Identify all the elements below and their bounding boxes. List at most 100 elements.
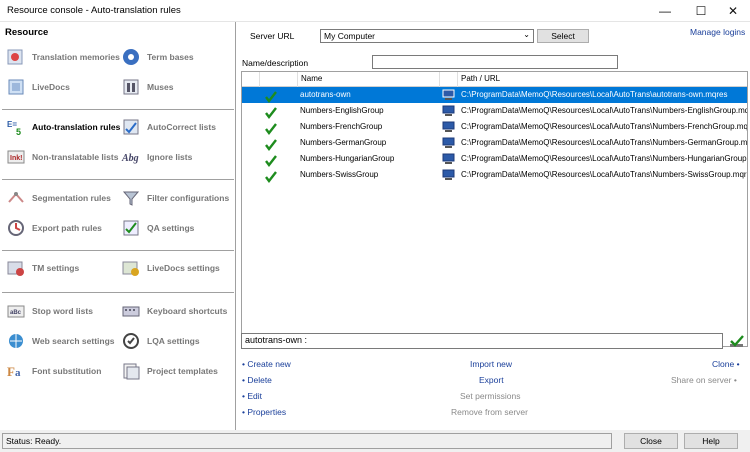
resource-item-label: Non-translatable lists: [32, 152, 119, 162]
resource-item-websearch[interactable]: Web search settings: [5, 328, 115, 354]
resource-item-label: Translation memories: [32, 52, 120, 62]
row-name: Numbers-EnglishGroup: [300, 106, 384, 115]
column-path[interactable]: Path / URL: [458, 72, 747, 87]
delete-link[interactable]: • Delete: [242, 375, 272, 385]
table-row[interactable]: autotrans-own C:\ProgramData\MemoQ\Resour…: [242, 87, 747, 103]
resource-item-ignore[interactable]: Abg Ignore lists: [120, 144, 192, 170]
row-path: C:\ProgramData\MemoQ\Resources\Local\Aut…: [461, 106, 747, 115]
resource-item-label: QA settings: [147, 223, 195, 233]
table-row[interactable]: Numbers-FrenchGroup C:\ProgramData\MemoQ\…: [242, 119, 747, 135]
help-button[interactable]: Help: [684, 433, 738, 449]
svg-text:5: 5: [16, 127, 21, 137]
checkmark-edit-icon[interactable]: [729, 333, 745, 349]
row-path: C:\ProgramData\MemoQ\Resources\Local\Aut…: [461, 122, 747, 131]
clone-link[interactable]: Clone •: [712, 359, 740, 369]
segmentation-icon: [5, 187, 27, 209]
resource-item-label: Ignore lists: [147, 152, 193, 162]
resource-item-qa[interactable]: QA settings: [120, 215, 194, 241]
ignore-icon: Abg: [120, 146, 142, 168]
resource-item-label: Term bases: [147, 52, 194, 62]
resource-item-label: Font substitution: [32, 366, 102, 376]
import-new-link[interactable]: Import new: [470, 359, 512, 369]
resource-item-tm[interactable]: Translation memories: [5, 44, 120, 70]
row-name: Numbers-HungarianGroup: [300, 154, 395, 163]
checkmark-icon: [264, 103, 280, 119]
keyboard-icon: [120, 300, 142, 322]
resource-item-termbase[interactable]: Term bases: [120, 44, 194, 70]
resource-item-label: Stop word lists: [32, 306, 93, 316]
resource-item-label: Auto-translation rules: [32, 122, 121, 132]
create-new-link[interactable]: • Create new: [242, 359, 291, 369]
exportpath-icon: [5, 217, 27, 239]
resource-item-filter[interactable]: Filter configurations: [120, 185, 229, 211]
resource-item-label: Export path rules: [32, 223, 102, 233]
checkmark-icon: [264, 135, 280, 151]
qa-icon: [120, 217, 142, 239]
resource-item-exportpath[interactable]: Export path rules: [5, 215, 102, 241]
resource-item-font[interactable]: Fa Font substitution: [5, 358, 101, 384]
minimize-button[interactable]: —: [648, 0, 682, 22]
edit-link[interactable]: • Edit: [242, 391, 262, 401]
group-separator: [2, 250, 234, 252]
server-url-label: Server URL: [250, 31, 295, 41]
name-description-label: Name/description: [242, 58, 309, 68]
resource-item-nontranslatable[interactable]: Ink! Non-translatable lists: [5, 144, 118, 170]
server-url-dropdown[interactable]: My Computer ⌄: [320, 29, 534, 43]
computer-icon: [442, 151, 456, 167]
resource-item-livedocs[interactable]: LiveDocs: [5, 74, 70, 100]
main-area: Resource Translation memories Term bases L…: [0, 22, 750, 430]
computer-icon: [442, 87, 456, 103]
column-name[interactable]: Name: [298, 72, 440, 87]
set-permissions-link: Set permissions: [460, 391, 521, 401]
remove-from-server-link: Remove from server: [451, 407, 528, 417]
resource-item-label: LQA settings: [147, 336, 200, 346]
table-row[interactable]: Numbers-EnglishGroup C:\ProgramData\MemoQ…: [242, 103, 747, 119]
row-name: Numbers-SwissGroup: [300, 170, 379, 179]
maximize-button[interactable]: ☐: [684, 0, 718, 22]
resource-item-label: TM settings: [32, 263, 80, 273]
projecttemplate-icon: [120, 360, 142, 382]
detail-text-box: autotrans-own :: [241, 333, 723, 349]
close-window-button[interactable]: ✕: [716, 0, 750, 22]
resource-item-autotrans[interactable]: E= 5 Auto-translation rules: [5, 114, 120, 140]
select-server-button[interactable]: Select: [537, 29, 589, 43]
title-bar: Resource console - Auto-translation rule…: [0, 0, 750, 22]
websearch-icon: [5, 330, 27, 352]
resource-item-label: Project templates: [147, 366, 218, 376]
name-description-input[interactable]: [372, 55, 618, 69]
resource-item-label: Filter configurations: [147, 193, 230, 203]
resource-item-autocorrect[interactable]: AutoCorrect lists: [120, 114, 216, 140]
export-link[interactable]: Export: [479, 375, 504, 385]
nontranslatable-icon: Ink!: [5, 146, 27, 168]
manage-logins-link[interactable]: Manage logins: [690, 27, 745, 37]
autotrans-icon: E= 5: [5, 116, 27, 138]
close-button[interactable]: Close: [624, 433, 678, 449]
tm-icon: [5, 46, 27, 68]
svg-text:a: a: [15, 367, 21, 379]
status-text: Status: Ready.: [2, 433, 612, 449]
livedocssettings-icon: [120, 257, 142, 279]
resource-item-keyboard[interactable]: Keyboard shortcuts: [120, 298, 227, 324]
resource-item-stopword[interactable]: aBc Stop word lists: [5, 298, 93, 324]
resource-item-projecttemplate[interactable]: Project templates: [120, 358, 218, 384]
resource-item-muses[interactable]: Muses: [120, 74, 173, 100]
resource-item-lqa[interactable]: LQA settings: [120, 328, 200, 354]
resource-panel: Resource Translation memories Term bases L…: [0, 22, 236, 430]
resource-item-tmsettings[interactable]: TM settings: [5, 255, 79, 281]
font-icon: Fa: [5, 360, 27, 382]
row-name: Numbers-GermanGroup: [300, 138, 387, 147]
table-row[interactable]: Numbers-SwissGroup C:\ProgramData\MemoQ\R…: [242, 167, 747, 183]
properties-link[interactable]: • Properties: [242, 407, 286, 417]
resource-item-livedocssettings[interactable]: LiveDocs settings: [120, 255, 220, 281]
window-title: Resource console - Auto-translation rule…: [7, 5, 181, 16]
table-row[interactable]: Numbers-GermanGroup C:\ProgramData\MemoQ\…: [242, 135, 747, 151]
resource-item-segmentation[interactable]: Segmentation rules: [5, 185, 111, 211]
autocorrect-icon: [120, 116, 142, 138]
computer-icon: [442, 119, 456, 135]
svg-text:Ink!: Ink!: [10, 155, 22, 162]
group-separator: [2, 292, 234, 294]
checkmark-icon: [264, 87, 280, 103]
resource-item-label: Muses: [147, 82, 174, 92]
table-row[interactable]: Numbers-HungarianGroup C:\ProgramData\Mem…: [242, 151, 747, 167]
checkmark-icon: [264, 119, 280, 135]
